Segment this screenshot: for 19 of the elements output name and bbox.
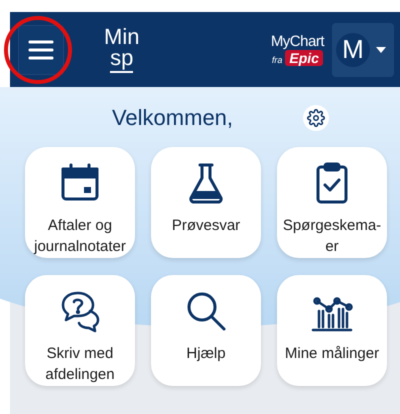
menu-button[interactable] <box>18 24 64 74</box>
menu-tile[interactable]: Prøvesvar <box>151 147 261 258</box>
logo-text: Min <box>104 26 140 47</box>
menu-tile[interactable]: Aftaler og journalnotater <box>25 147 135 258</box>
highlight-ring <box>4 16 72 84</box>
menu-tile[interactable]: Skriv med afdelingen <box>25 275 135 386</box>
settings-icon <box>307 109 326 127</box>
menu-icon <box>28 38 54 60</box>
welcome-text: Velkommen, <box>112 105 234 131</box>
caret-icon <box>376 46 386 52</box>
menu-tile[interactable]: Mine målinger <box>277 275 387 386</box>
brand-byline: fra <box>272 55 282 65</box>
logo-text: sp <box>110 47 134 73</box>
avatar-initial: M <box>336 32 370 66</box>
account-button[interactable]: M <box>332 22 394 76</box>
brand-name: MyChart <box>270 33 324 50</box>
menu-tile[interactable]: Hjælp <box>151 275 261 386</box>
menu-tile[interactable]: Spørgeskema-er <box>277 147 387 258</box>
brand-logo: Epic <box>285 50 323 66</box>
